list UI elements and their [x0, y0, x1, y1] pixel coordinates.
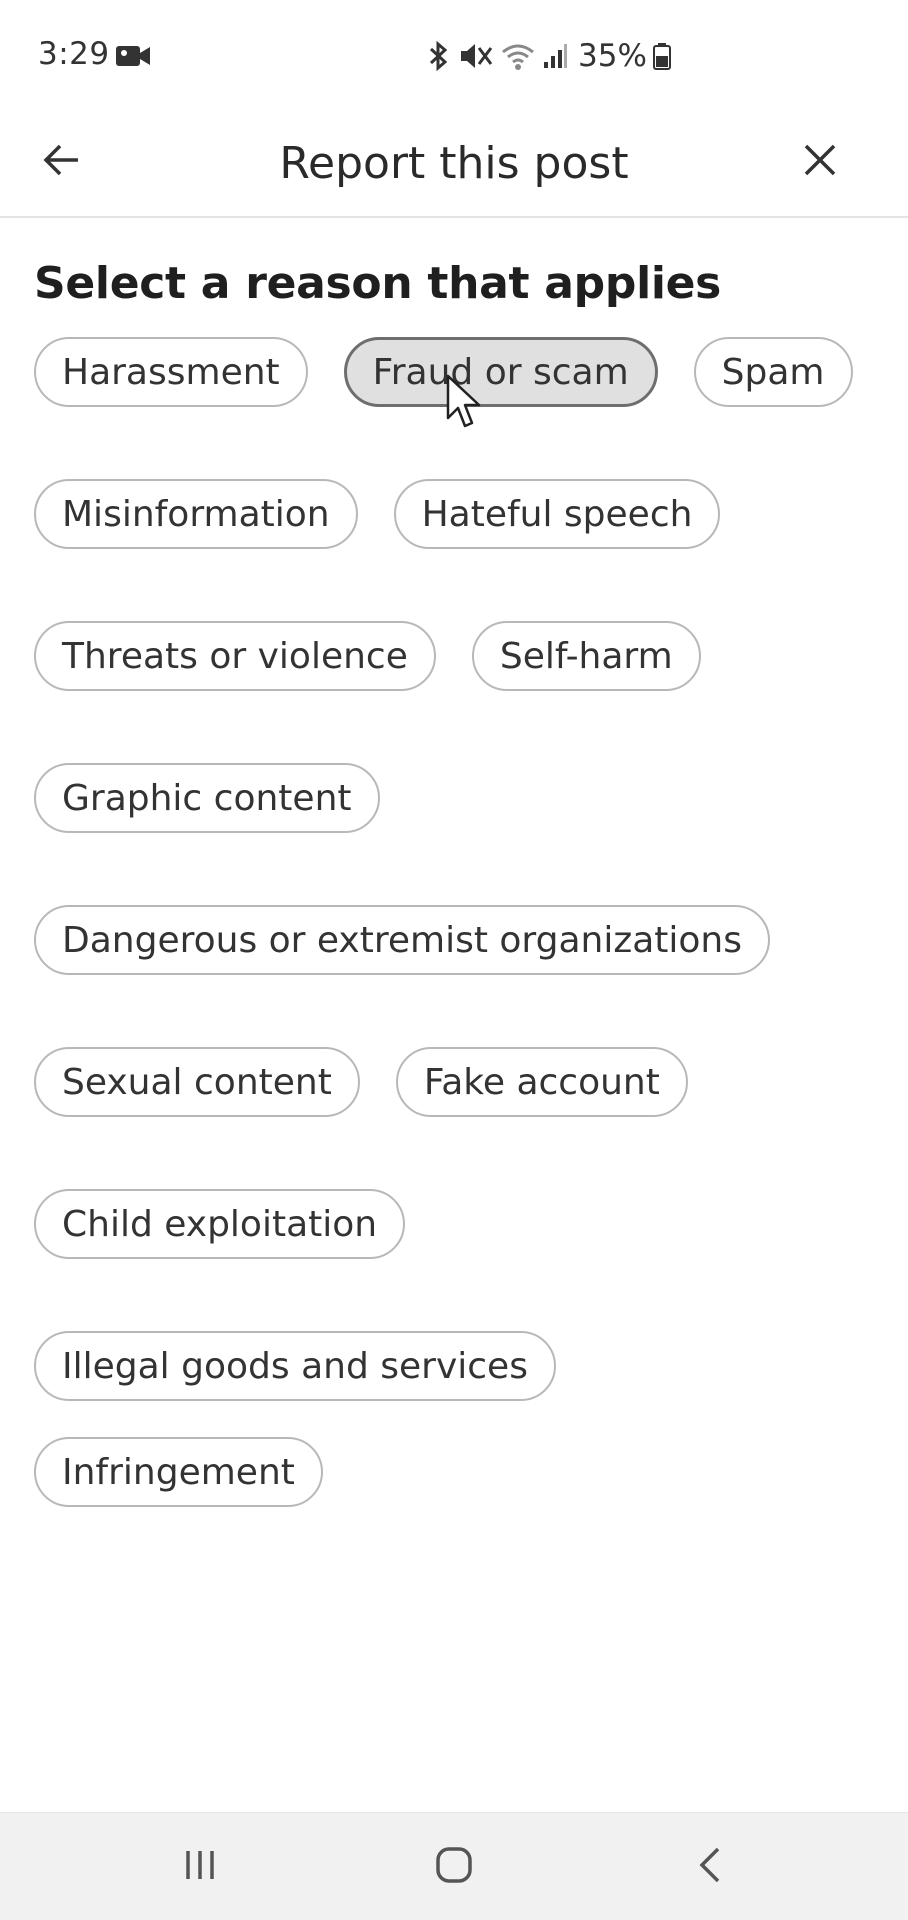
video-icon [116, 44, 150, 68]
home-icon [434, 1845, 474, 1889]
bluetooth-icon [426, 40, 452, 72]
reason-chip-harassment[interactable]: Harassment [34, 337, 308, 407]
report-post-screen: 3:29 35% Report this post Select a reaso… [0, 0, 908, 1920]
arrow-left-icon [42, 142, 82, 182]
signal-icon [542, 40, 568, 72]
reason-chip-self-harm[interactable]: Self-harm [471, 621, 701, 691]
battery-icon [652, 40, 671, 72]
reason-chip-spam[interactable]: Spam [693, 337, 853, 407]
reason-chip-hateful-speech[interactable]: Hateful speech [393, 479, 721, 549]
mute-icon [458, 40, 494, 72]
reason-chips: Harassment Fraud or scam Spam Misinforma… [34, 337, 880, 1507]
reason-chip-child-exploitation[interactable]: Child exploitation [34, 1189, 406, 1259]
reason-chip-illegal-goods[interactable]: Illegal goods and services [34, 1331, 556, 1401]
mouse-cursor-icon [446, 374, 482, 430]
status-bar: 3:29 35% [0, 0, 908, 110]
system-nav-bar [0, 1812, 908, 1920]
close-button[interactable] [786, 128, 854, 196]
reason-chip-dangerous-organizations[interactable]: Dangerous or extremist organizations [34, 905, 770, 975]
battery-percent: 35% [578, 38, 647, 74]
nav-back-button[interactable] [670, 1835, 750, 1899]
status-time: 3:29 [38, 36, 110, 72]
recent-apps-button[interactable] [160, 1835, 240, 1899]
header: Report this post [0, 110, 908, 218]
reason-chip-misinformation[interactable]: Misinformation [34, 479, 358, 549]
reason-chip-sexual-content[interactable]: Sexual content [34, 1047, 360, 1117]
close-icon [803, 143, 837, 181]
status-icons: 35% [426, 36, 671, 76]
reason-chip-fraud-or-scam[interactable]: Fraud or scam [343, 337, 658, 407]
page-title: Report this post [279, 138, 629, 189]
reason-chip-threats-or-violence[interactable]: Threats or violence [34, 621, 436, 691]
back-icon [696, 1845, 724, 1889]
reason-chip-graphic-content[interactable]: Graphic content [34, 763, 380, 833]
recent-apps-icon [180, 1847, 220, 1887]
reason-chip-infringement[interactable]: Infringement [34, 1437, 323, 1507]
home-button[interactable] [414, 1835, 494, 1899]
section-heading: Select a reason that applies [34, 258, 722, 309]
reason-chip-fake-account[interactable]: Fake account [395, 1047, 688, 1117]
back-button[interactable] [28, 128, 96, 196]
wifi-icon [500, 40, 536, 72]
